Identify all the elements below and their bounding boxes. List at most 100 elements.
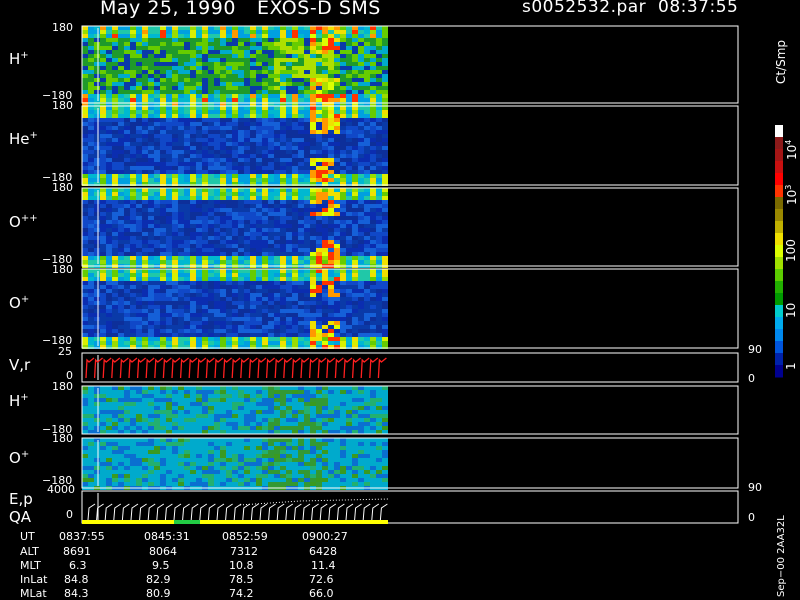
spectrogram-cell (106, 466, 112, 470)
spectrogram-cell (208, 118, 214, 122)
spectrogram-cell (334, 78, 340, 82)
spectrogram-cell (112, 162, 118, 166)
spectrogram-cell (232, 200, 238, 204)
spectrogram-cell (232, 317, 238, 321)
spectrogram-cell (82, 426, 88, 430)
spectrogram-cell (292, 418, 298, 422)
spectrogram-cell (94, 50, 100, 54)
spectrogram-cell (286, 406, 292, 410)
spectrogram-cell (292, 130, 298, 134)
spectrogram-cell (376, 232, 382, 236)
spectrogram-cell (190, 208, 196, 212)
spectrogram-cell (334, 142, 340, 146)
spectrogram-cell (316, 220, 322, 224)
spectrogram-cell (202, 466, 208, 470)
spectrogram-cell (94, 114, 100, 118)
spectrogram-cell (274, 106, 280, 110)
spectrogram-cell (118, 430, 124, 434)
spectrogram-cell (370, 138, 376, 142)
spectrogram-cell (370, 150, 376, 154)
spectrogram-cell (244, 273, 250, 277)
spectrogram-cell (94, 313, 100, 317)
spectrogram-cell (232, 252, 238, 256)
spectrogram-cell (94, 38, 100, 42)
spectrogram-cell (292, 422, 298, 426)
spectrogram-cell (298, 260, 304, 264)
spectrogram-cell (172, 470, 178, 474)
spectrogram-plot (81, 25, 783, 524)
spectrogram-cell (262, 90, 268, 94)
spectrogram-cell (340, 26, 346, 30)
spectrogram-cell (376, 410, 382, 414)
spectrogram-cell (190, 305, 196, 309)
spectrogram-cell (286, 212, 292, 216)
spectrogram-cell (238, 418, 244, 422)
spectrogram-cell (160, 90, 166, 94)
spectrogram-cell (202, 438, 208, 442)
spectrogram-cell (274, 390, 280, 394)
spectrogram-cell (106, 50, 112, 54)
spectrogram-cell (328, 422, 334, 426)
spectrogram-cell (100, 118, 106, 122)
spectrogram-cell (100, 398, 106, 402)
spectrogram-cell (226, 122, 232, 126)
spectrogram-cell (280, 178, 286, 182)
spectrogram-cell (148, 86, 154, 90)
spectrogram-cell (136, 162, 142, 166)
spectrogram-cell (82, 118, 88, 122)
spectrogram-cell (316, 94, 322, 98)
spectrogram-cell (358, 293, 364, 297)
spectrogram-cell (358, 398, 364, 402)
spectrogram-cell (304, 390, 310, 394)
spectrogram-cell (238, 150, 244, 154)
spectrogram-cell (94, 42, 100, 46)
spectrogram-cell (178, 269, 184, 273)
spectrogram-cell (220, 114, 226, 118)
spectrogram-cell (148, 240, 154, 244)
spectrogram-cell (208, 166, 214, 170)
spectrogram-cell (220, 34, 226, 38)
spectrogram-cell (376, 200, 382, 204)
spectrogram-cell (112, 426, 118, 430)
spectrogram-cell (352, 269, 358, 273)
spectrogram-cell (124, 54, 130, 58)
spectrogram-cell (106, 313, 112, 317)
spectrogram-cell (148, 158, 154, 162)
spectrogram-cell (208, 236, 214, 240)
spectrogram-cell (250, 398, 256, 402)
spectrogram-cell (208, 204, 214, 208)
spectrogram-cell (304, 170, 310, 174)
spectrogram-cell (154, 317, 160, 321)
spectrogram-cell (244, 106, 250, 110)
spectrogram-cell (148, 289, 154, 293)
spectrogram-cell (328, 394, 334, 398)
spectrogram-cell (118, 90, 124, 94)
spectrogram-cell (352, 26, 358, 30)
spectrogram-cell (94, 66, 100, 70)
spectrogram-cell (274, 54, 280, 58)
spectrogram-cell (220, 98, 226, 102)
spectrogram-cell (118, 329, 124, 333)
spectrogram-cell (286, 341, 292, 345)
spectrogram-cell (298, 309, 304, 313)
spectrogram-cell (94, 170, 100, 174)
spectrogram-cell (160, 212, 166, 216)
spectrogram-cell (130, 470, 136, 474)
spectrogram-cell (202, 174, 208, 178)
spectrogram-cell (286, 293, 292, 297)
spectrogram-cell (382, 138, 388, 142)
spectrogram-cell (292, 54, 298, 58)
spectrogram-cell (250, 50, 256, 54)
spectrogram-cell (304, 305, 310, 309)
spectrogram-cell (208, 478, 214, 482)
spectrogram-cell (358, 174, 364, 178)
spectrogram-cell (190, 228, 196, 232)
spectrogram-cell (178, 317, 184, 321)
spectrogram-cell (214, 62, 220, 66)
spectrogram-cell (370, 333, 376, 337)
spectrogram-cell (190, 410, 196, 414)
spectrogram-cell (376, 110, 382, 114)
spectrogram-cell (172, 297, 178, 301)
spectrogram-cell (178, 293, 184, 297)
spectrogram-cell (136, 54, 142, 58)
